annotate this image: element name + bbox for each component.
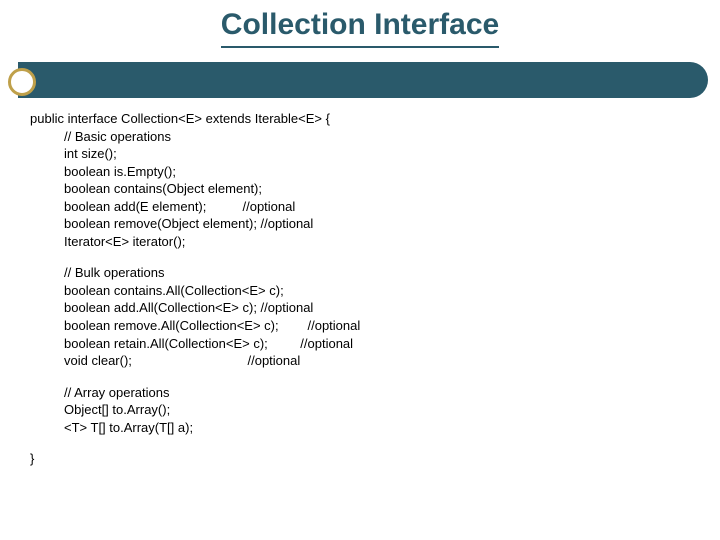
bullet-ring-icon	[8, 68, 36, 96]
code-line: Iterator<E> iterator();	[64, 233, 690, 251]
basic-section: // Basic operations int size(); boolean …	[30, 128, 690, 251]
code-line: boolean remove.All(Collection<E> c); //o…	[64, 317, 690, 335]
code-line: int size();	[64, 145, 690, 163]
code-line: boolean add.All(Collection<E> c); //opti…	[64, 299, 690, 317]
code-line: <T> T[] to.Array(T[] a);	[64, 419, 690, 437]
code-line: boolean add(E element); //optional	[64, 198, 690, 216]
basic-comment: // Basic operations	[64, 128, 690, 146]
decor-bar	[0, 62, 720, 98]
code-line: void clear(); //optional	[64, 352, 690, 370]
array-comment: // Array operations	[64, 384, 690, 402]
title-wrap: Collection Interface	[0, 0, 720, 48]
slide-title: Collection Interface	[221, 8, 499, 48]
decl-line: public interface Collection<E> extends I…	[30, 110, 690, 128]
code-line: boolean contains(Object element);	[64, 180, 690, 198]
code-line: boolean is.Empty();	[64, 163, 690, 181]
code-line: Object[] to.Array();	[64, 401, 690, 419]
array-section: // Array operations Object[] to.Array();…	[30, 384, 690, 437]
code-line: boolean contains.All(Collection<E> c);	[64, 282, 690, 300]
code-line: boolean remove(Object element); //option…	[64, 215, 690, 233]
bulk-comment: // Bulk operations	[64, 264, 690, 282]
bar-rect	[18, 62, 708, 98]
code-content: public interface Collection<E> extends I…	[0, 110, 720, 468]
bulk-section: // Bulk operations boolean contains.All(…	[30, 264, 690, 369]
code-line: boolean retain.All(Collection<E> c); //o…	[64, 335, 690, 353]
close-brace: }	[30, 450, 690, 468]
